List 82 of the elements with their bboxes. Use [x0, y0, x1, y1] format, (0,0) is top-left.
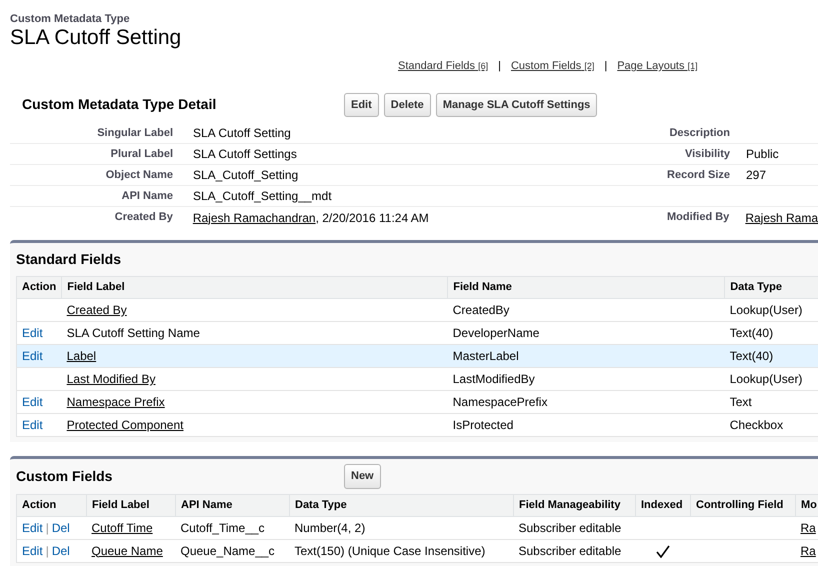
table-cell: NamespacePrefix [452, 395, 548, 409]
field-label: Singular Label [97, 126, 173, 141]
edit-link[interactable]: Edit [22, 418, 43, 432]
column-header: Field Label [67, 281, 125, 294]
section-title: Custom Fields [16, 466, 114, 486]
column-header: Field Label [92, 498, 150, 511]
table-cell: Subscriber editable [518, 544, 622, 558]
del-link[interactable]: Del [52, 544, 70, 558]
edit-link[interactable]: Edit [22, 395, 43, 409]
section-title: Standard Fields [16, 250, 122, 269]
table-cell: Queue_Name__c [180, 544, 275, 558]
page-type-label: Custom Metadata Type [10, 13, 130, 26]
column-header: Field Name [453, 281, 512, 294]
edit-link[interactable]: Edit [22, 544, 43, 558]
table-cell: Text [730, 395, 752, 409]
field-label: Record Size [667, 168, 730, 183]
column-header: Mo [801, 498, 817, 511]
user-link[interactable]: Rajesh Ramachandran [192, 208, 316, 226]
edit-link[interactable]: Edit [22, 520, 43, 534]
field-label: Plural Label [110, 146, 173, 162]
field-value: SLA Cutoff Settings [193, 146, 297, 163]
table-cell: CreatedBy [452, 303, 510, 317]
field-value: , 2/20/2016 11:24 AM [316, 210, 429, 226]
link-separator: | [46, 520, 49, 534]
user-link[interactable]: Rajesh Rama [745, 210, 818, 224]
field-label: Created By [114, 210, 173, 226]
field-label-link[interactable]: Queue Name [92, 544, 163, 558]
column-header: Action [22, 498, 56, 511]
related-list-link[interactable]: Standard Fields [6] [398, 58, 488, 74]
field-value: SLA Cutoff Setting [193, 125, 291, 142]
column-header: Controlling Field [696, 498, 784, 511]
user-link[interactable]: Ra [800, 520, 816, 534]
delete-button[interactable]: Delete [384, 92, 431, 117]
manage-button[interactable]: Manage SLA Cutoff Settings [436, 92, 598, 117]
field-label-link[interactable]: Label [66, 349, 96, 363]
table-cell: Subscriber editable [518, 520, 622, 534]
field-value: Public [746, 147, 779, 161]
related-list-link[interactable]: Custom Fields [2] [510, 58, 594, 74]
field-label-link[interactable]: Cutoff Time [92, 520, 153, 534]
field-label-link[interactable]: Namespace Prefix [66, 395, 165, 409]
link-separator: | [604, 59, 608, 74]
edit-link[interactable]: Edit [22, 326, 43, 340]
field-value: SLA_Cutoff_Setting [193, 167, 298, 184]
edit-link[interactable]: Edit [22, 349, 43, 363]
column-header: Field Manageability [519, 498, 620, 511]
table-cell: IsProtected [452, 418, 514, 432]
field-label: Visibility [684, 146, 730, 162]
field-label: Modified By [666, 210, 730, 226]
user-link[interactable]: Ra [800, 544, 816, 558]
column-header: Indexed [641, 498, 683, 511]
related-list-link[interactable]: Page Layouts [1] [617, 58, 698, 74]
table-cell: Number(4, 2) [294, 520, 366, 534]
table-cell: Text(40) [730, 326, 774, 340]
column-header: Action [22, 281, 56, 294]
section-title: Custom Metadata Type Detail [22, 95, 218, 114]
field-value: 297 [746, 168, 766, 182]
field-label-link[interactable]: Created By [66, 303, 127, 317]
field-value: SLA_Cutoff_Setting__mdt [193, 188, 332, 205]
column-header: Data Type [730, 281, 782, 294]
table-cell: DeveloperName [452, 326, 540, 340]
link-separator: | [46, 544, 49, 558]
edit-button[interactable]: Edit [344, 92, 379, 117]
column-header: Data Type [295, 498, 347, 511]
field-label: Description [669, 126, 730, 141]
del-link[interactable]: Del [52, 520, 70, 534]
table-cell: Lookup(User) [730, 372, 802, 386]
table-cell: Lookup(User) [730, 303, 802, 317]
table-cell: MasterLabel [452, 349, 519, 363]
link-separator: | [498, 59, 501, 74]
field-label: API Name [122, 188, 173, 204]
field-label-link[interactable]: Protected Component [66, 418, 184, 432]
table-cell: Cutoff_Time__c [180, 520, 265, 534]
column-header: API Name [181, 498, 232, 511]
field-label: Object Name [106, 168, 173, 183]
table-cell: SLA Cutoff Setting Name [66, 326, 200, 340]
field-label-link[interactable]: Last Modified By [66, 372, 156, 386]
table-cell: Text(40) [730, 349, 774, 363]
table-cell: LastModifiedBy [452, 372, 535, 386]
table-cell: Text(150) (Unique Case Insensitive) [294, 544, 486, 558]
new-button[interactable]: New [344, 464, 381, 488]
page-title: SLA Cutoff Setting [10, 26, 182, 50]
table-cell: Checkbox [730, 418, 784, 432]
